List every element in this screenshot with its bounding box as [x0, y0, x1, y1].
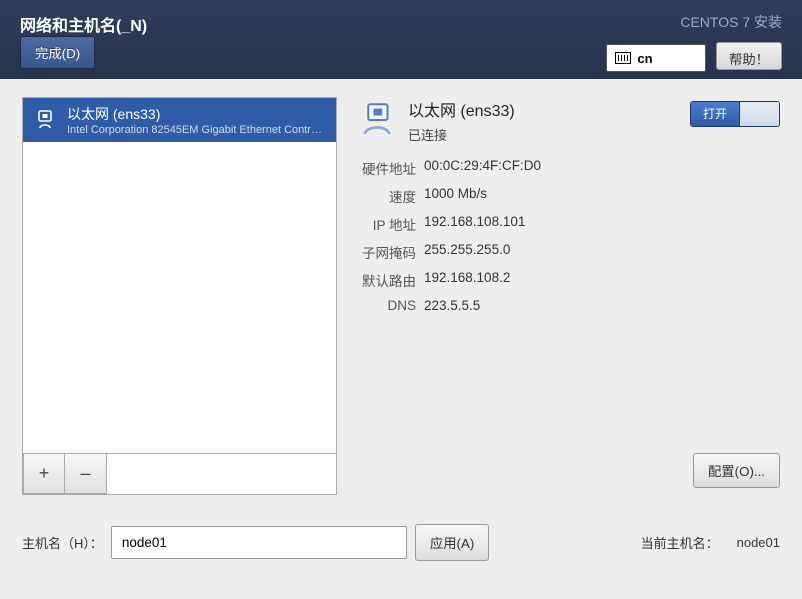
header-right: CENTOS 7 安装 cn 帮助！ [606, 12, 782, 72]
detail-properties: 硬件地址 00:0C:29:4F:CF:D0 速度 1000 Mb/s IP 地… [356, 158, 780, 313]
hwaddr-key: 硬件地址 [356, 158, 416, 178]
toggle-knob [739, 102, 779, 126]
row-gw: 默认路由 192.168.108.2 [356, 270, 780, 290]
installer-title: CENTOS 7 安装 [606, 12, 782, 32]
device-list: 以太网 (ens33) Intel Corporation 82545EM Gi… [23, 98, 336, 453]
connection-toggle[interactable]: 打开 [690, 101, 780, 127]
help-button[interactable]: 帮助！ [716, 42, 782, 70]
apply-hostname-button[interactable]: 应用(A) [415, 524, 489, 561]
row-mask: 子网掩码 255.255.255.0 [356, 242, 780, 262]
device-panel: 以太网 (ens33) Intel Corporation 82545EM Gi… [22, 97, 337, 495]
keyboard-layout-indicator[interactable]: cn [606, 44, 706, 72]
hostname-label: 主机名（H）： [22, 533, 103, 552]
row-hwaddr: 硬件地址 00:0C:29:4F:CF:D0 [356, 158, 780, 178]
current-hostname: 当前主机名： node01 [641, 533, 780, 552]
detail-device-status: 已连接 [408, 125, 515, 144]
detail-header: 以太网 (ens33) 已连接 打开 [356, 97, 780, 144]
ip-val: 192.168.108.101 [424, 214, 525, 234]
configure-button[interactable]: 配置(O)... [693, 453, 780, 488]
keyboard-icon [615, 52, 631, 64]
content-area: 以太网 (ens33) Intel Corporation 82545EM Gi… [0, 79, 802, 599]
device-item-title: 以太网 (ens33) [67, 104, 327, 124]
device-item-text: 以太网 (ens33) Intel Corporation 82545EM Gi… [67, 104, 327, 136]
device-detail: 以太网 (ens33) 已连接 打开 硬件地址 00:0C:29:4F:CF:D… [356, 97, 780, 321]
hostname-input[interactable] [111, 526, 407, 559]
detail-header-text: 以太网 (ens33) 已连接 [408, 97, 515, 144]
row-dns: DNS 223.5.5.5 [356, 298, 780, 313]
keyboard-layout-label: cn [637, 51, 652, 66]
device-list-item[interactable]: 以太网 (ens33) Intel Corporation 82545EM Gi… [23, 98, 336, 142]
current-hostname-label: 当前主机名： [641, 533, 719, 552]
device-list-buttons: + – [23, 453, 336, 494]
ethernet-icon [31, 106, 59, 134]
mask-key: 子网掩码 [356, 242, 416, 262]
device-item-subtitle: Intel Corporation 82545EM Gigabit Ethern… [67, 124, 327, 136]
hwaddr-val: 00:0C:29:4F:CF:D0 [424, 158, 541, 178]
current-hostname-value: node01 [737, 535, 780, 550]
ip-key: IP 地址 [356, 214, 416, 234]
mask-val: 255.255.255.0 [424, 242, 510, 262]
toggle-on-label: 打开 [691, 102, 739, 126]
hostname-row: 主机名（H）： 应用(A) 当前主机名： node01 [22, 524, 780, 561]
dns-key: DNS [356, 298, 416, 313]
dns-val: 223.5.5.5 [424, 298, 480, 313]
speed-val: 1000 Mb/s [424, 186, 487, 206]
page-title: 网络和主机名(_N) [20, 12, 147, 36]
row-ip: IP 地址 192.168.108.101 [356, 214, 780, 234]
detail-device-name: 以太网 (ens33) [408, 97, 515, 121]
gw-key: 默认路由 [356, 270, 416, 290]
gw-val: 192.168.108.2 [424, 270, 510, 290]
row-speed: 速度 1000 Mb/s [356, 186, 780, 206]
header-bar: 网络和主机名(_N) 完成(D) CENTOS 7 安装 cn 帮助！ [0, 0, 802, 79]
remove-device-button[interactable]: – [65, 454, 107, 494]
speed-key: 速度 [356, 186, 416, 206]
add-device-button[interactable]: + [23, 454, 65, 494]
ethernet-large-icon [356, 99, 398, 141]
done-button[interactable]: 完成(D) [20, 36, 95, 69]
